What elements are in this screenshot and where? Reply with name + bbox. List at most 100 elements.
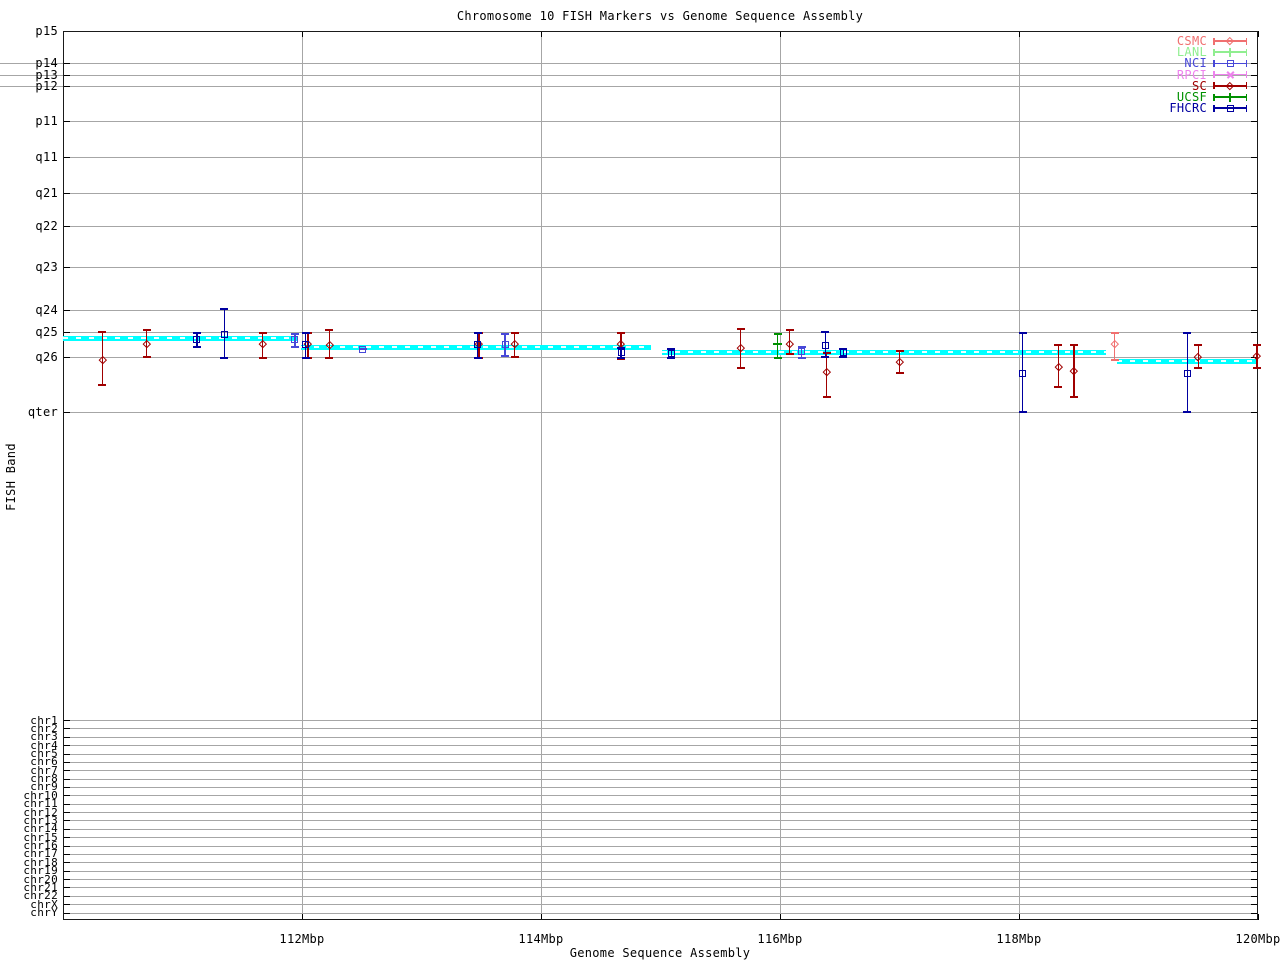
point-fhcrc-cap-bottom xyxy=(617,357,626,359)
point-fhcrc-square-marker xyxy=(1019,369,1027,377)
ytick-label-p12: p12 xyxy=(35,79,58,93)
point-fhcrc-square-marker xyxy=(193,335,201,343)
legend-fhcrc-sample-cap-right xyxy=(1245,104,1247,112)
point-fhcrc-cap-top xyxy=(473,332,482,334)
point-sc-cap-top xyxy=(895,350,904,352)
point-nci-square-marker xyxy=(501,340,509,348)
point-sc-cap-bottom xyxy=(325,357,334,359)
point-sc-cap-top xyxy=(1069,344,1078,346)
point-nci-cap-bottom xyxy=(501,355,510,357)
xtick-label-120Mbp: 120Mbp xyxy=(1235,932,1280,946)
legend-ucsf-sample-cap-right xyxy=(1245,93,1247,101)
point-sc-cap-bottom xyxy=(510,356,519,358)
point-nci-square-marker xyxy=(798,347,805,355)
legend-nci-sample-cap-left xyxy=(1213,59,1215,67)
plot-border xyxy=(63,31,1258,920)
point-fhcrc-square-marker xyxy=(220,330,228,338)
point-nci-cap-bottom xyxy=(797,357,806,359)
point-sc-cap-bottom xyxy=(1069,396,1078,398)
point-sc-cap-bottom xyxy=(785,353,794,355)
point-fhcrc-square-marker xyxy=(839,348,847,356)
point-sc-cap-top xyxy=(142,329,151,331)
point-sc-cap-bottom xyxy=(258,357,267,359)
plot-area: p15 p14 p13 p12 p11 q11 q21 q22 q23 q24 q25 q26 qter… xyxy=(0,0,1280,960)
ytick-label-q22: q22 xyxy=(35,219,58,233)
point-fhcrc-cap-bottom xyxy=(839,356,848,358)
ytick-label-p15: p15 xyxy=(35,24,58,38)
legend-lanl-sample-cap-right xyxy=(1245,48,1247,56)
point-fhcrc-cap-bottom xyxy=(1183,411,1192,413)
point-sc-cap-bottom xyxy=(1252,367,1261,369)
ytick-label-q25: q25 xyxy=(35,325,58,339)
point-sc-cap-top xyxy=(1054,344,1063,346)
assembly-segment-3 xyxy=(661,349,1107,355)
point-sc-cap-bottom xyxy=(142,356,151,358)
point-nci-cap-top xyxy=(501,333,510,335)
point-sc-cap-bottom xyxy=(98,384,107,386)
legend-csmc-sample-cap-left xyxy=(1213,37,1215,45)
xtick-label-116Mbp: 116Mbp xyxy=(757,932,803,946)
ytick-label-q24: q24 xyxy=(35,303,58,317)
point-ucsf-cap-bottom xyxy=(773,357,782,359)
point-fhcrc-cap-bottom xyxy=(667,357,676,359)
point-fhcrc-square-marker xyxy=(617,348,625,356)
point-nci-square-marker xyxy=(359,345,367,353)
point-fhcrc-cap-top xyxy=(821,331,830,333)
xtick-label-112Mbp: 112Mbp xyxy=(279,932,325,946)
point-sc-cap-top xyxy=(98,331,107,333)
ytick-label-q23: q23 xyxy=(35,260,58,274)
xtick-label-114Mbp: 114Mbp xyxy=(518,932,564,946)
legend-ucsf-sample-plus-marker-v xyxy=(1229,92,1231,102)
point-ucsf-cap-top xyxy=(773,333,782,335)
point-sc-cap-top xyxy=(617,332,626,334)
point-sc-cap-top xyxy=(785,329,794,331)
point-fhcrc-square-marker xyxy=(474,340,482,348)
ytick-label-q11: q11 xyxy=(35,150,58,164)
point-fhcrc-square-marker xyxy=(667,349,675,357)
point-fhcrc-cap-bottom xyxy=(821,356,830,358)
point-fhcrc-cap-bottom xyxy=(192,346,201,348)
point-csmc-cap-bottom xyxy=(1110,359,1119,361)
legend-sc-sample-cap-left xyxy=(1213,82,1215,90)
legend-sc-sample-cap-right xyxy=(1245,82,1247,90)
legend-nci-sample-square-marker xyxy=(1226,59,1234,67)
xtick-label-118Mbp: 118Mbp xyxy=(996,932,1042,946)
legend-fhcrc-sample-square-marker xyxy=(1226,104,1234,112)
point-sc-cap-top xyxy=(1194,344,1203,346)
point-sc-cap-top xyxy=(736,328,745,330)
point-sc-cap-bottom xyxy=(895,372,904,374)
ytick-label-qter: qter xyxy=(27,405,58,419)
point-sc-cap-top xyxy=(258,332,267,334)
point-ucsf-plus-marker-v xyxy=(776,339,779,349)
legend-nci-sample-cap-right xyxy=(1245,59,1247,67)
legend-fhcrc-label: FHCRC xyxy=(1169,101,1207,116)
point-fhcrc-square-marker xyxy=(302,340,310,348)
point-sc-cap-bottom xyxy=(736,367,745,369)
legend-rpci-sample-cap-right xyxy=(1245,71,1247,79)
point-sc-cap-top xyxy=(1252,344,1261,346)
legend-ucsf-sample-cap-left xyxy=(1213,93,1215,101)
point-fhcrc-cap-top xyxy=(220,308,229,310)
point-sc-cap-bottom xyxy=(1194,367,1203,369)
ytick-label-p11: p11 xyxy=(35,114,58,128)
legend-rpci-sample-cap-left xyxy=(1213,71,1215,79)
point-sc-cap-bottom xyxy=(822,396,831,398)
point-nci-square-marker xyxy=(291,335,299,343)
point-sc-cap-top xyxy=(325,329,334,331)
point-sc-cap-bottom xyxy=(1054,386,1063,388)
point-fhcrc-cap-top xyxy=(301,332,310,334)
point-fhcrc-square-marker xyxy=(821,341,829,349)
ytick-label-q21: q21 xyxy=(35,186,58,200)
point-sc-cap-top xyxy=(510,332,519,334)
point-fhcrc-cap-bottom xyxy=(473,357,482,359)
legend-fhcrc-sample-cap-left xyxy=(1213,104,1215,112)
point-csmc-cap-top xyxy=(1110,332,1119,334)
point-fhcrc-cap-top xyxy=(1018,332,1027,334)
fish-markers-chart: Chromosome 10 FISH Markers vs Genome Seq… xyxy=(0,0,1280,960)
point-fhcrc-cap-bottom xyxy=(220,357,229,359)
legend-lanl-sample-cap-left xyxy=(1213,48,1215,56)
legend-csmc-sample-cap-right xyxy=(1245,37,1247,45)
point-fhcrc-cap-bottom xyxy=(1018,411,1027,413)
ytick-label-chrY: chrY xyxy=(30,906,58,919)
legend-lanl-sample-plus-marker-v xyxy=(1229,47,1231,57)
